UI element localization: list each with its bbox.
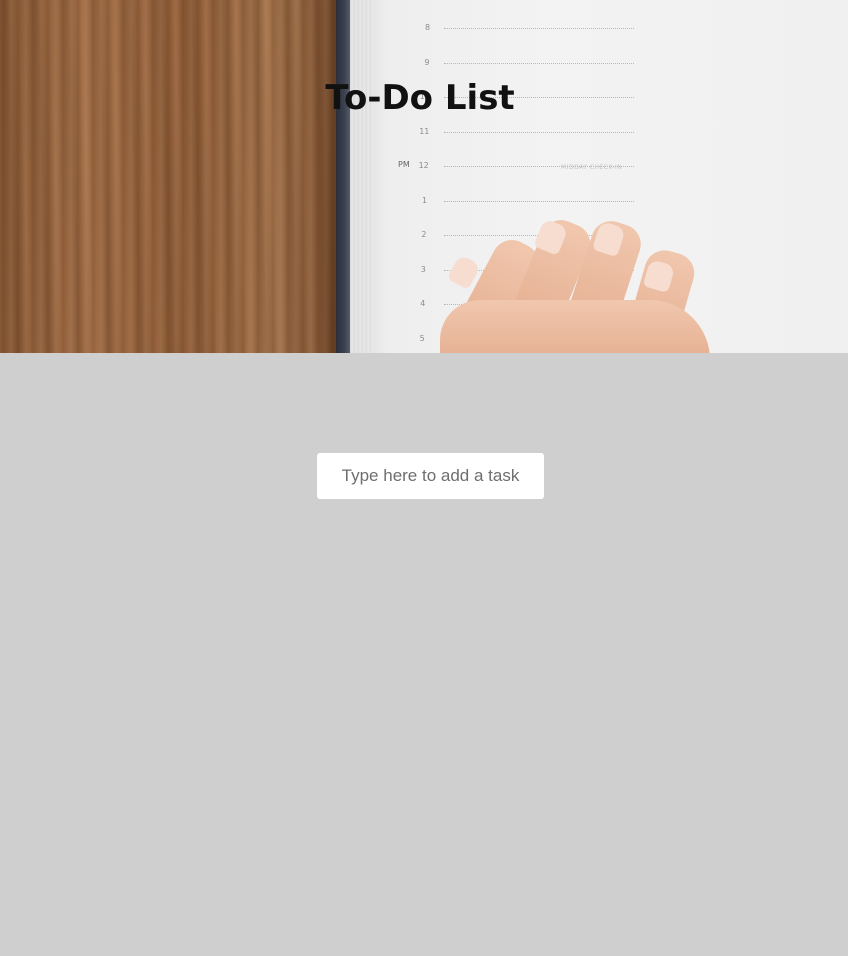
planner-hour-label: 9	[424, 57, 430, 67]
planner-spine	[336, 0, 350, 353]
planner-midday-note: MIDDAY CHECK-IN	[561, 164, 623, 171]
planner-hour-label: 5	[419, 333, 425, 343]
planner-hour-label: 11	[419, 126, 430, 136]
planner-hour-line	[444, 62, 634, 64]
planner-page-edge	[350, 0, 372, 353]
planner-hour-label: 1	[422, 195, 428, 205]
planner-hour-label: 3	[420, 264, 426, 274]
main-content-area	[0, 353, 848, 956]
planner-hour-label: 4	[420, 299, 426, 308]
page-title: To-Do List	[325, 78, 515, 118]
planner-hour-label: 12	[418, 161, 429, 170]
add-task-input[interactable]	[317, 453, 544, 499]
planner-hour-label: 8	[425, 23, 431, 32]
planner-hour-line	[444, 28, 634, 29]
planner-pm-label: PM	[398, 160, 410, 169]
planner-hour-line	[444, 200, 634, 202]
planner-hour-line	[444, 131, 634, 133]
header-hero-image: 8 9 10 11 12 1 2 3 4 5 PM MIDDAY CHECK-IN To-Do L…	[0, 0, 848, 353]
planner-hour-label: 2	[421, 230, 427, 239]
wood-desk-surface	[0, 0, 340, 353]
